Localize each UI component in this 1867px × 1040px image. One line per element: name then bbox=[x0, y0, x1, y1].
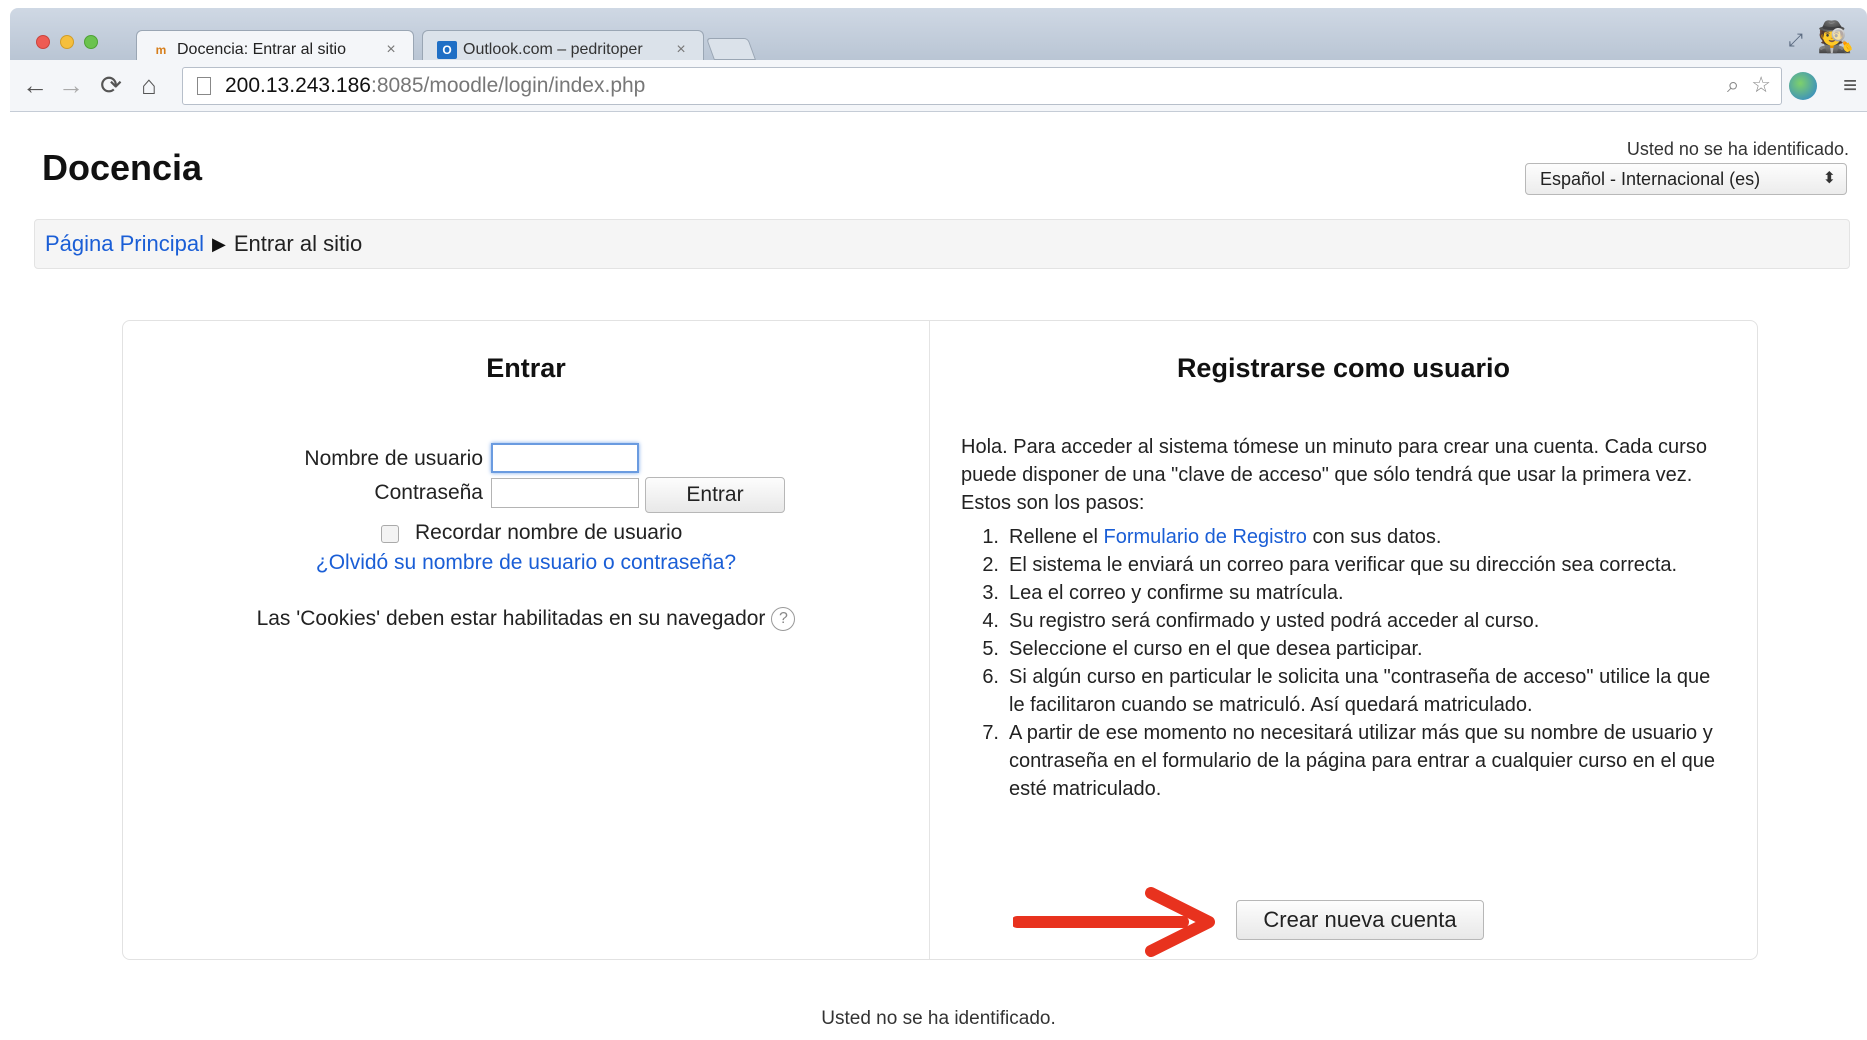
footer-login-info: Usted no se ha identificado. bbox=[821, 1008, 1056, 1029]
breadcrumb: Página Principal ▶ Entrar al sitio bbox=[34, 219, 1850, 269]
create-account-button[interactable]: Crear nueva cuenta bbox=[1236, 900, 1484, 940]
tab-title: Docencia: Entrar al sitio bbox=[177, 40, 346, 58]
page-content: Docencia Usted no se ha identificado. Es… bbox=[10, 113, 1867, 1040]
list-item: 3. Lea el correo y confirme su matrícula… bbox=[961, 579, 1721, 607]
new-tab-button[interactable] bbox=[705, 38, 757, 60]
list-item: 7. A partir de ese momento no necesitará… bbox=[961, 719, 1721, 803]
breadcrumb-home-link[interactable]: Página Principal bbox=[45, 231, 204, 257]
login-panel: Entrar Nombre de usuario Contraseña Entr… bbox=[122, 320, 1758, 960]
login-heading: Entrar bbox=[486, 353, 566, 383]
remember-username-label: Recordar nombre de usuario bbox=[415, 521, 683, 544]
step-text: Rellene el Formulario de Registro con su… bbox=[1009, 523, 1721, 551]
step-text: Su registro será confirmado y usted podr… bbox=[1009, 610, 1540, 632]
list-item: 2. El sistema le enviará un correo para … bbox=[961, 551, 1721, 579]
breadcrumb-separator-icon: ▶ bbox=[211, 233, 226, 254]
back-arrow-icon[interactable]: ← bbox=[20, 70, 50, 100]
forgot-password-link[interactable]: ¿Olvidó su nombre de usuario o contraseñ… bbox=[123, 551, 929, 575]
bookmark-star-icon[interactable]: ☆ bbox=[1751, 72, 1771, 98]
step-text: Lea el correo y confirme su matrícula. bbox=[1009, 582, 1344, 604]
tab-title: Outlook.com – pedritoper bbox=[463, 40, 643, 58]
annotation-arrow-icon bbox=[1013, 887, 1215, 957]
page-title: Docencia bbox=[42, 147, 203, 188]
signup-intro: Hola. Para acceder al sistema tómese un … bbox=[961, 436, 1707, 514]
step-text-before: Rellene el bbox=[1009, 526, 1104, 548]
extension-icon[interactable] bbox=[1789, 72, 1817, 100]
zoom-window-button[interactable] bbox=[84, 35, 98, 49]
cookies-note-text: Las 'Cookies' deben estar habilitadas en… bbox=[256, 607, 766, 630]
login-info: Usted no se ha identificado. bbox=[1626, 139, 1849, 159]
step-number: 2. bbox=[982, 554, 999, 576]
step-number: 5. bbox=[982, 638, 999, 660]
login-button[interactable]: Entrar bbox=[645, 477, 785, 513]
url-host: 200.13.243.186 bbox=[225, 74, 371, 97]
password-input[interactable] bbox=[491, 478, 639, 508]
panel-divider bbox=[929, 321, 930, 959]
forward-arrow-icon[interactable]: → bbox=[56, 70, 86, 100]
step-text: A partir de ese momento no necesitará ut… bbox=[1009, 722, 1715, 800]
tab-close-icon[interactable]: × bbox=[383, 41, 399, 59]
list-item: 1. Rellene el Formulario de Registro con… bbox=[961, 523, 1721, 551]
list-item: 6. Si algún curso en particular le solic… bbox=[961, 663, 1721, 719]
browser-toolbar: ← → ⟳ ⌂ 200.13.243.186:8085/moodle/login… bbox=[10, 60, 1867, 112]
outlook-favicon-icon: O bbox=[437, 40, 457, 59]
step-number: 3. bbox=[982, 582, 999, 604]
language-select[interactable]: Español - Internacional (es) ⬍ bbox=[1525, 163, 1847, 195]
breadcrumb-current: Entrar al sitio bbox=[233, 231, 363, 256]
home-icon[interactable]: ⌂ bbox=[134, 70, 164, 100]
browser-titlebar: m Docencia: Entrar al sitio × O Outlook.… bbox=[10, 8, 1867, 68]
step-number: 7. bbox=[982, 722, 999, 744]
fullscreen-icon[interactable]: ⤢ bbox=[1789, 30, 1803, 51]
menu-icon[interactable]: ≡ bbox=[1843, 72, 1857, 100]
step-number: 4. bbox=[982, 610, 999, 632]
moodle-favicon-icon: m bbox=[155, 42, 167, 57]
password-label: Contraseña bbox=[374, 481, 483, 504]
reload-icon[interactable]: ⟳ bbox=[96, 70, 126, 100]
username-label: Nombre de usuario bbox=[304, 447, 483, 470]
username-input[interactable] bbox=[491, 443, 639, 473]
step-number: 6. bbox=[982, 666, 999, 688]
close-window-button[interactable] bbox=[36, 35, 50, 49]
language-select-value: Español - Internacional (es) bbox=[1540, 168, 1761, 189]
incognito-icon: 🕵 bbox=[1817, 21, 1855, 54]
list-item: 5. Seleccione el curso en el que desea p… bbox=[961, 635, 1721, 663]
step-text: Si algún curso en particular le solicita… bbox=[1009, 666, 1711, 716]
search-icon[interactable]: ⌕ bbox=[1727, 72, 1739, 98]
help-icon[interactable]: ? bbox=[771, 607, 796, 632]
step-number: 1. bbox=[982, 526, 999, 548]
remember-username-checkbox[interactable] bbox=[381, 525, 399, 543]
url-path: :8085/moodle/login/index.php bbox=[370, 74, 646, 97]
signup-heading: Registrarse como usuario bbox=[1176, 353, 1511, 383]
registration-form-link[interactable]: Formulario de Registro bbox=[1104, 526, 1307, 548]
minimize-window-button[interactable] bbox=[60, 35, 74, 49]
signup-steps: 1. Rellene el Formulario de Registro con… bbox=[961, 523, 1721, 803]
step-text: El sistema le enviará un correo para ver… bbox=[1009, 554, 1678, 576]
select-arrows-icon: ⬍ bbox=[1822, 170, 1836, 187]
cookies-note: Las 'Cookies' deben estar habilitadas en… bbox=[123, 607, 929, 632]
address-bar[interactable]: 200.13.243.186:8085/moodle/login/index.p… bbox=[182, 67, 1782, 105]
step-text: Seleccione el curso en el que desea part… bbox=[1009, 638, 1423, 660]
step-text-after: con sus datos. bbox=[1306, 526, 1442, 548]
page-icon bbox=[197, 77, 211, 95]
list-item: 4. Su registro será confirmado y usted p… bbox=[961, 607, 1721, 635]
tab-close-icon[interactable]: × bbox=[673, 41, 689, 59]
